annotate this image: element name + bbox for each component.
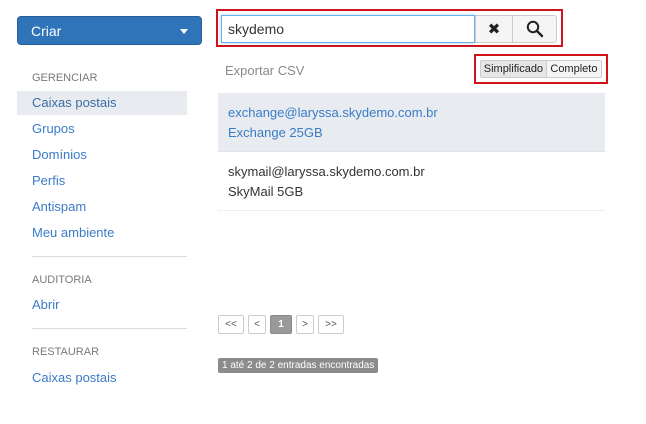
list-item[interactable]: skymail@laryssa.skydemo.com.br SkyMail 5… [218, 152, 605, 211]
create-button[interactable]: Criar [17, 16, 202, 45]
results-list: exchange@laryssa.skydemo.com.br Exchange… [218, 93, 605, 211]
list-item[interactable]: exchange@laryssa.skydemo.com.br Exchange… [218, 93, 605, 152]
results-count-badge: 1 até 2 de 2 entradas encontradas [218, 358, 379, 373]
sidebar-item-caixas-postais[interactable]: Caixas postais [17, 91, 187, 115]
sidebar-item-restaurar-caixas-postais[interactable]: Caixas postais [17, 366, 187, 390]
sidebar: Criar GERENCIAR Caixas postais Grupos Do… [0, 0, 202, 424]
divider [32, 328, 187, 329]
view-complete-button[interactable]: Completo [546, 61, 601, 77]
search-input[interactable] [221, 15, 475, 43]
sidebar-item-grupos[interactable]: Grupos [17, 117, 187, 141]
view-simplified-button[interactable]: Simplificado [481, 61, 547, 77]
export-csv-link[interactable]: Exportar CSV [225, 63, 304, 78]
search-bar: ✖ [216, 9, 563, 47]
sidebar-item-dominios[interactable]: Domínios [17, 143, 187, 167]
search-button[interactable] [512, 15, 557, 43]
next-page-button[interactable]: > [296, 315, 314, 334]
mailbox-plan: SkyMail 5GB [228, 184, 304, 199]
section-title-auditoria: AUDITORIA [32, 274, 92, 286]
sidebar-item-abrir[interactable]: Abrir [17, 293, 187, 317]
mailbox-plan: Exchange 25GB [228, 125, 323, 140]
pagination: << < 1 > >> [218, 315, 344, 334]
divider [32, 256, 187, 257]
prev-page-button[interactable]: < [248, 315, 266, 334]
sidebar-item-meu-ambiente[interactable]: Meu ambiente [17, 221, 187, 245]
first-page-button[interactable]: << [218, 315, 244, 334]
section-title-restaurar: RESTAURAR [32, 346, 100, 358]
current-page[interactable]: 1 [270, 315, 292, 334]
view-toggle: Simplificado Completo [474, 54, 608, 84]
last-page-button[interactable]: >> [318, 315, 344, 334]
mailbox-email[interactable]: exchange@laryssa.skydemo.com.br [228, 103, 595, 123]
caret-down-icon [180, 29, 188, 34]
create-button-label: Criar [31, 22, 62, 39]
search-icon [526, 20, 543, 38]
mailbox-email[interactable]: skymail@laryssa.skydemo.com.br [228, 162, 595, 182]
section-title-gerenciar: GERENCIAR [32, 72, 98, 84]
close-icon: ✖ [487, 21, 501, 38]
sidebar-item-perfis[interactable]: Perfis [17, 169, 187, 193]
sidebar-item-antispam[interactable]: Antispam [17, 195, 187, 219]
clear-search-button[interactable]: ✖ [475, 15, 513, 43]
